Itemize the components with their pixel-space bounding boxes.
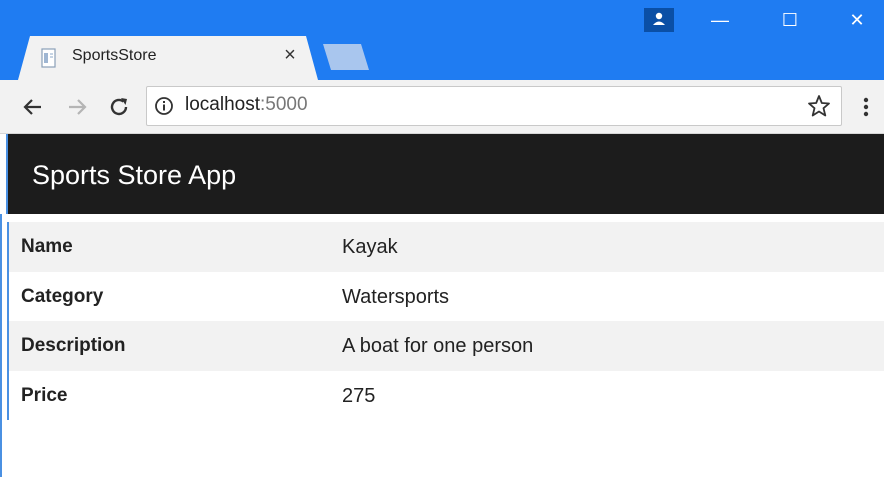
- browser-window: SportsStore × — ☐ ✕ localhost:5000 Sport…: [0, 0, 884, 477]
- row-value: Watersports: [342, 285, 450, 308]
- table-row: Name Kayak: [9, 222, 884, 272]
- back-arrow-icon: [23, 99, 41, 115]
- url-text[interactable]: localhost:5000: [185, 94, 308, 116]
- tab-close-button[interactable]: ×: [279, 44, 301, 66]
- page-left-edge: [0, 214, 7, 477]
- kebab-menu-icon[interactable]: [856, 92, 876, 122]
- reload-icon: [110, 98, 128, 116]
- info-icon[interactable]: [154, 96, 174, 116]
- forward-button[interactable]: [62, 92, 92, 122]
- browser-tab[interactable]: [18, 36, 318, 80]
- url-port: :5000: [260, 94, 308, 115]
- table-row: Price 275: [9, 371, 884, 421]
- close-window-button[interactable]: ✕: [837, 8, 877, 32]
- new-tab-button[interactable]: [323, 44, 369, 70]
- minimize-button[interactable]: —: [700, 8, 740, 32]
- row-label: Name: [21, 236, 73, 257]
- row-value: A boat for one person: [342, 335, 534, 357]
- product-details-table: Name Kayak Category Watersports Descript…: [7, 222, 884, 420]
- page-favicon-icon: [41, 48, 56, 68]
- tab-title: SportsStore: [72, 47, 157, 64]
- table-row: Description A boat for one person: [9, 321, 884, 371]
- profile-button[interactable]: [644, 8, 674, 32]
- reload-button[interactable]: [104, 92, 134, 122]
- maximize-button[interactable]: ☐: [770, 8, 810, 32]
- row-value: 275: [342, 384, 376, 407]
- row-value: Kayak: [342, 236, 398, 258]
- forward-arrow-icon: [69, 99, 87, 115]
- profile-icon: [653, 12, 665, 25]
- app-title: Sports Store App: [32, 160, 237, 190]
- row-label: Price: [21, 384, 68, 406]
- row-label: Category: [21, 285, 104, 307]
- row-label: Description: [21, 335, 126, 356]
- table-row: Category Watersports: [9, 272, 884, 322]
- bookmark-star-icon[interactable]: [806, 93, 832, 119]
- back-button[interactable]: [18, 92, 48, 122]
- url-host: localhost: [185, 94, 260, 115]
